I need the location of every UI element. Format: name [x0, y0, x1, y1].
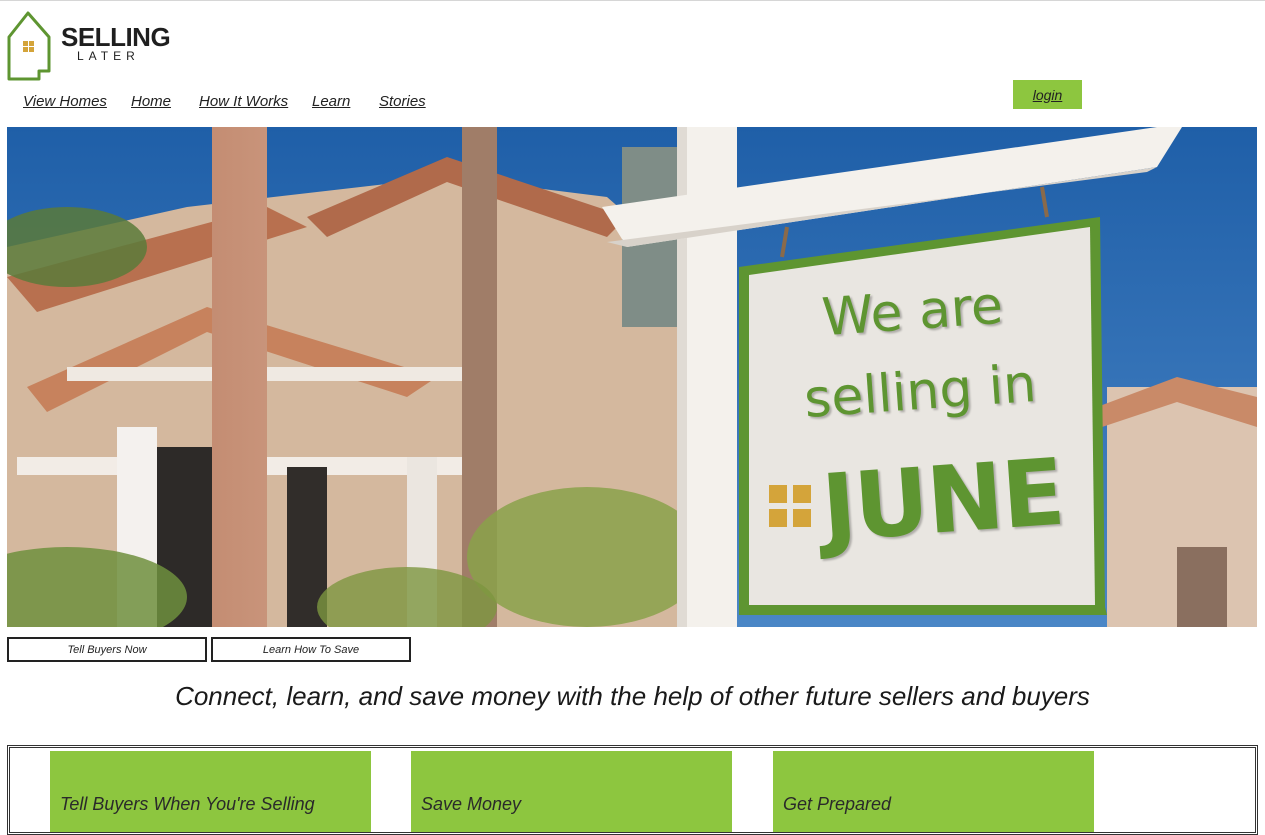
feature-card-title: Get Prepared: [783, 794, 892, 814]
feature-card-save-money[interactable]: Save Money: [411, 751, 732, 832]
feature-card-get-prepared[interactable]: Get Prepared: [773, 751, 1094, 832]
tell-buyers-now-button[interactable]: Tell Buyers Now: [7, 637, 207, 662]
features-section: Tell Buyers When You're Selling Save Mon…: [7, 745, 1258, 835]
sign-line-1: We are: [820, 275, 1005, 349]
nav-how-it-works[interactable]: How It Works: [199, 93, 288, 110]
feature-card-title: Tell Buyers When You're Selling: [60, 794, 315, 814]
nav-stories[interactable]: Stories: [379, 93, 426, 110]
learn-how-to-save-button[interactable]: Learn How To Save: [211, 637, 411, 662]
brand-name: SELLING: [61, 22, 171, 52]
feature-card-tell-buyers[interactable]: Tell Buyers When You're Selling: [50, 751, 371, 832]
brand-logo[interactable]: SELLING LATER: [6, 9, 171, 81]
login-button[interactable]: login: [1013, 80, 1082, 109]
hero-image: We are selling in JUNE: [7, 127, 1257, 627]
feature-card-title: Save Money: [421, 794, 522, 814]
hero-illustration: [7, 127, 1257, 627]
nav-home[interactable]: Home: [131, 93, 171, 110]
sign-month: JUNE: [818, 438, 1067, 563]
nav-learn[interactable]: Learn: [312, 93, 350, 110]
page-tagline: Connect, learn, and save money with the …: [175, 681, 1090, 711]
nav-view-homes[interactable]: View Homes: [23, 93, 107, 110]
house-icon: [7, 11, 51, 81]
